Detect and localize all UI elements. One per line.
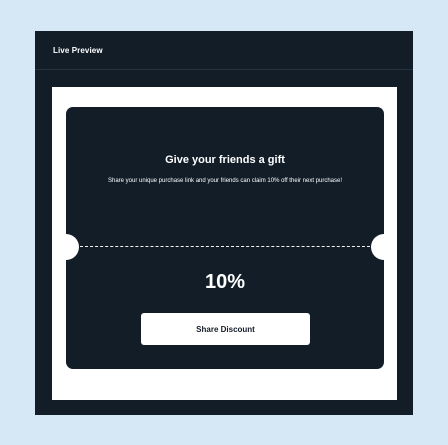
coupon-dashed-divider: [80, 246, 370, 247]
panel-title: Live Preview: [53, 45, 103, 55]
panel-header: Live Preview: [35, 31, 413, 70]
live-preview-panel: Live Preview Give your friends a gift Sh…: [35, 31, 413, 415]
coupon-headline: Give your friends a gift: [165, 154, 285, 166]
share-discount-button[interactable]: Share Discount: [141, 313, 310, 345]
coupon-subtext: Share your unique purchase link and your…: [107, 178, 343, 184]
preview-area: Give your friends a gift Share your uniq…: [52, 87, 397, 400]
coupon-notch-right: [371, 234, 397, 260]
coupon-card: Give your friends a gift Share your uniq…: [53, 107, 397, 369]
discount-amount: 10%: [204, 271, 246, 293]
coupon-notch-left: [53, 234, 79, 260]
